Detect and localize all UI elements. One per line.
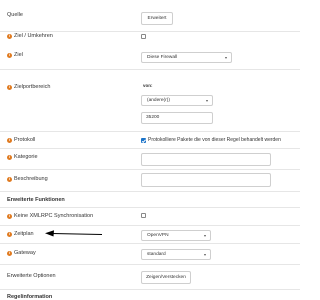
info-icon[interactable]: i [7,84,12,90]
chevron-down-icon [225,56,227,59]
row-keine-xmlrpc: i Keine XMLRPC Synchronisation [0,208,300,223]
row-regelinformation: Regelinformation [0,290,300,300]
zeitplan-select[interactable]: OpenVPN [141,230,211,241]
row-gateway: i Gateway standard [0,244,300,265]
ziel-umkehren-label: i Ziel / Umkehren [7,33,53,39]
protokoll-label: i Protokoll [7,137,36,143]
row-quelle: Quelle Erweitert [0,0,300,32]
info-icon[interactable]: i [7,154,12,160]
kategorie-input[interactable] [141,153,271,166]
row-erweiterte-funktionen: Erweiterte Funktionen [0,192,300,208]
info-icon[interactable]: i [7,52,12,58]
arrow-left-annotation [45,230,103,237]
section-heading-regelinformation: Regelinformation [7,294,53,300]
gateway-select[interactable]: standard [141,249,211,260]
info-icon[interactable]: i [7,33,12,39]
ziel-umkehren-checkbox[interactable] [141,34,146,39]
erweiterte-optionen-label: Erweiterte Optionen [7,273,56,279]
info-icon[interactable]: i [7,213,12,219]
chevron-down-icon [204,253,206,256]
info-icon[interactable]: i [7,250,12,256]
row-kategorie: i Kategorie [0,149,300,170]
beschreibung-input[interactable] [141,173,271,187]
row-ziel-umkehren: i Ziel / Umkehren [0,32,300,42]
info-icon[interactable]: i [7,176,12,182]
info-icon[interactable]: i [7,137,12,143]
von-header: von: [143,83,153,88]
row-zeitplan: i Zeitplan OpenVPN [0,225,300,244]
keine-xmlrpc-label: i Keine XMLRPC Synchronisation [7,213,94,219]
row-beschreibung: i Beschreibung [0,170,300,192]
row-ziel: i Ziel Diese Firewall [0,44,300,70]
row-erweiterte-optionen: Erweiterte Optionen Zeigen/Verstecken [0,265,300,290]
kategorie-label: i Kategorie [7,154,38,160]
zeigen-verstecken-button[interactable]: Zeigen/Verstecken [141,271,191,284]
row-zielportbereich: i Zielportbereich von: (andere(r)) 35200 [0,72,300,130]
protokoll-checkbox[interactable] [141,138,146,143]
ziel-select[interactable]: Diese Firewall [141,52,232,63]
info-icon[interactable]: i [7,231,12,237]
zielportbereich-label: i Zielportbereich [7,84,51,90]
keine-xmlrpc-checkbox[interactable] [141,213,146,218]
port-from-select[interactable]: (andere(r)) [141,95,213,106]
erweitert-button[interactable]: Erweitert [141,12,173,25]
beschreibung-label: i Beschreibung [7,176,48,182]
ziel-label: i Ziel [7,52,23,58]
row-protokoll: i Protokoll Protokolliere Pakete die von… [0,131,300,149]
chevron-down-icon [206,99,208,102]
chevron-down-icon [204,234,206,237]
gateway-label: i Gateway [7,250,36,256]
zeitplan-label: i Zeitplan [7,231,34,237]
protokoll-checkbox-label: Protokolliere Pakete die von dieser Rege… [148,137,281,143]
port-from-input[interactable]: 35200 [141,112,213,124]
quelle-label: Quelle [7,12,23,18]
section-heading-erweiterte-funktionen: Erweiterte Funktionen [7,197,65,203]
